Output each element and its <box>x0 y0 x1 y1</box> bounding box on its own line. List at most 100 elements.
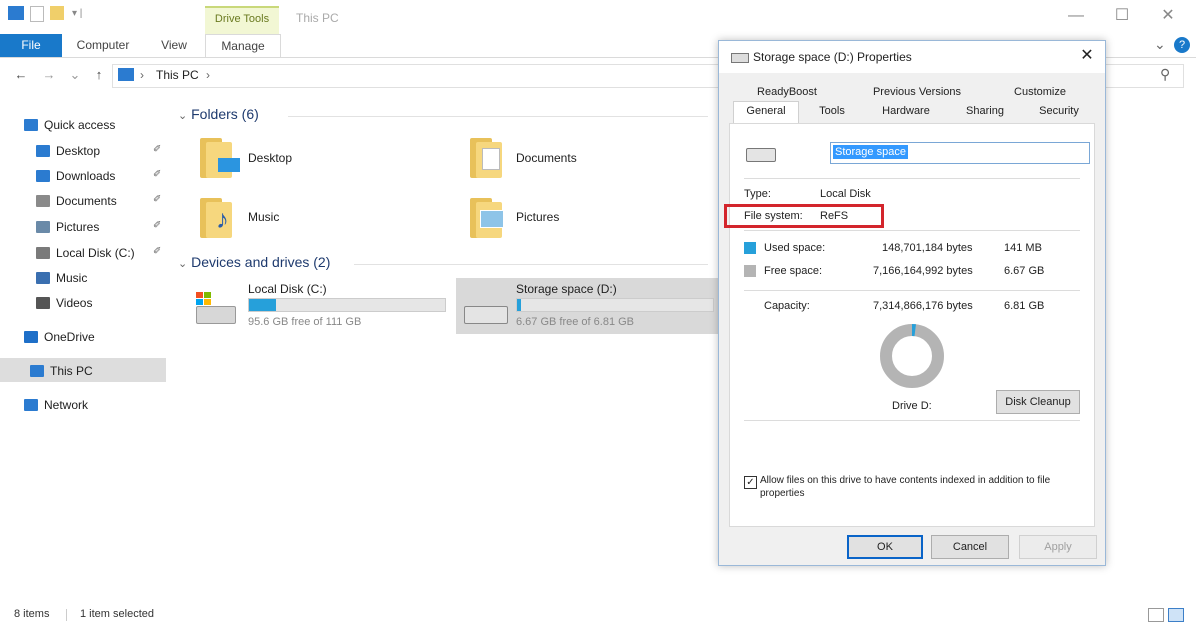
pin-icon[interactable]: ✐ <box>153 194 161 205</box>
sidebar-item-label: Documents <box>56 194 117 208</box>
status-divider <box>66 609 67 621</box>
sidebar-item-this-pc[interactable]: This PC <box>30 360 93 382</box>
local-disk-drive-icon[interactable] <box>194 292 236 326</box>
sidebar-item-music[interactable]: Music <box>36 267 87 289</box>
tab-manage[interactable]: Manage <box>205 34 281 58</box>
separator <box>744 420 1080 421</box>
tab-general[interactable]: General <box>733 101 799 124</box>
status-selected: 1 item selected <box>80 608 154 620</box>
tab-file[interactable]: File <box>0 34 62 57</box>
collapse-chevron-icon[interactable]: ⌄ <box>178 258 187 270</box>
tab-hardware[interactable]: Hardware <box>871 102 941 120</box>
sidebar-item-desktop[interactable]: Desktop <box>36 140 100 162</box>
properties-dialog: Storage space (D:) Properties ✕ ReadyBoo… <box>718 40 1106 566</box>
sidebar-item-label: Music <box>56 271 88 285</box>
sidebar-item-videos[interactable]: Videos <box>36 292 92 314</box>
minimize-button[interactable]: — <box>1056 6 1096 28</box>
large-icons-view-icon[interactable] <box>1168 608 1184 622</box>
disk-cleanup-button[interactable]: Disk Cleanup <box>996 390 1080 414</box>
music-folder-icon[interactable]: ♪ <box>200 198 234 238</box>
sidebar-item-local-disk-c[interactable]: Local Disk (C:) <box>36 242 135 264</box>
devices-header-rule <box>354 264 708 265</box>
sidebar-item-documents[interactable]: Documents <box>36 190 117 212</box>
forward-icon[interactable]: → <box>40 66 58 84</box>
recent-locations-icon[interactable]: ⌄ <box>66 66 84 84</box>
pin-icon[interactable]: ✐ <box>153 220 161 231</box>
drive-name-input[interactable]: Storage space <box>830 142 1090 164</box>
pin-icon[interactable]: ✐ <box>153 246 161 257</box>
desktop-folder-icon[interactable] <box>200 138 240 178</box>
sidebar-item-label: Quick access <box>44 118 116 132</box>
tab-view[interactable]: View <box>146 34 202 57</box>
folders-group-header[interactable]: ⌄ Folders (6) <box>178 106 259 122</box>
capacity-size: 6.81 GB <box>1004 300 1045 312</box>
tab-security[interactable]: Security <box>1023 102 1095 120</box>
devices-group-header[interactable]: ⌄ Devices and drives (2) <box>178 254 330 270</box>
folders-header-rule <box>288 116 708 117</box>
back-icon[interactable]: ← <box>12 66 30 84</box>
storage-drive-icon[interactable] <box>464 300 508 326</box>
music-icon <box>36 272 50 284</box>
dialog-close-button[interactable]: ✕ <box>1075 45 1099 67</box>
details-view-icon[interactable] <box>1148 608 1164 622</box>
pictures-folder-icon[interactable] <box>470 198 504 238</box>
sidebar-item-label: Pictures <box>56 220 100 234</box>
type-label: Type: <box>744 188 771 200</box>
drive-c-usage-bar <box>248 298 446 312</box>
used-space-bytes: 148,701,184 bytes <box>882 242 973 254</box>
search-icon[interactable]: ⚲ <box>1160 66 1170 83</box>
folder-music[interactable]: Music <box>248 210 279 224</box>
tab-sharing[interactable]: Sharing <box>953 102 1017 120</box>
folder-desktop[interactable]: Desktop <box>248 151 292 165</box>
sidebar-item-label: Videos <box>56 296 93 310</box>
sidebar-item-pictures[interactable]: Pictures <box>36 216 99 238</box>
ribbon-expand-icon[interactable]: ⌄ <box>1154 36 1166 53</box>
dialog-drive-icon <box>731 53 749 63</box>
drive-tools-contextual-tab[interactable]: Drive Tools <box>205 6 279 34</box>
address-pc-icon <box>118 68 134 81</box>
sidebar-item-onedrive[interactable]: OneDrive <box>24 326 95 348</box>
sidebar-item-label: Desktop <box>56 144 101 158</box>
separator <box>744 290 1080 291</box>
documents-folder-icon[interactable] <box>470 138 504 178</box>
pin-icon[interactable]: ✐ <box>153 169 161 180</box>
collapse-chevron-icon[interactable]: ⌄ <box>178 110 187 122</box>
breadcrumb-chevron[interactable]: › <box>206 68 210 82</box>
tab-previous-versions[interactable]: Previous Versions <box>859 83 975 101</box>
network-icon <box>24 399 38 411</box>
free-space-label: Free space: <box>764 265 823 277</box>
cancel-button[interactable]: Cancel <box>931 535 1009 559</box>
sidebar-item-label: OneDrive <box>44 330 95 344</box>
index-checkbox[interactable]: ✓ <box>744 476 757 489</box>
window-title: This PC <box>296 11 339 25</box>
free-space-bytes: 7,166,164,992 bytes <box>873 265 973 277</box>
apply-button[interactable]: Apply <box>1019 535 1097 559</box>
tab-tools[interactable]: Tools <box>807 102 857 120</box>
folder-pictures[interactable]: Pictures <box>516 210 559 224</box>
index-checkbox-label[interactable]: Allow files on this drive to have conten… <box>760 474 1080 500</box>
sidebar-item-network[interactable]: Network <box>24 394 88 416</box>
address-separator[interactable]: › <box>140 68 144 82</box>
drive-d-label[interactable]: Storage space (D:) <box>516 282 617 296</box>
pin-icon[interactable]: ✐ <box>153 144 161 155</box>
tab-computer[interactable]: Computer <box>70 34 136 57</box>
close-window-button[interactable]: ✕ <box>1148 6 1188 28</box>
new-folder-icon[interactable] <box>50 6 64 20</box>
devices-header-text: Devices and drives (2) <box>191 254 331 270</box>
tab-customize[interactable]: Customize <box>1005 83 1075 101</box>
ok-button[interactable]: OK <box>847 535 923 559</box>
quick-access-toolbar-dropdown[interactable]: ▾ | <box>72 7 112 21</box>
general-tab-panel: Storage space Type: Local Disk File syst… <box>729 123 1095 527</box>
tab-readyboost[interactable]: ReadyBoost <box>741 83 833 101</box>
up-icon[interactable]: ↑ <box>90 66 108 84</box>
disk-usage-donut <box>880 324 944 388</box>
drive-c-label[interactable]: Local Disk (C:) <box>248 282 327 296</box>
help-icon[interactable]: ? <box>1174 37 1190 53</box>
folder-documents[interactable]: Documents <box>516 151 577 165</box>
sidebar-item-downloads[interactable]: Downloads <box>36 165 115 187</box>
sidebar-item-quick-access[interactable]: Quick access <box>24 114 115 136</box>
sidebar-item-label: Downloads <box>56 169 116 183</box>
breadcrumb-this-pc[interactable]: This PC <box>156 68 199 82</box>
maximize-button[interactable]: ☐ <box>1102 6 1142 28</box>
properties-icon[interactable] <box>30 6 44 22</box>
